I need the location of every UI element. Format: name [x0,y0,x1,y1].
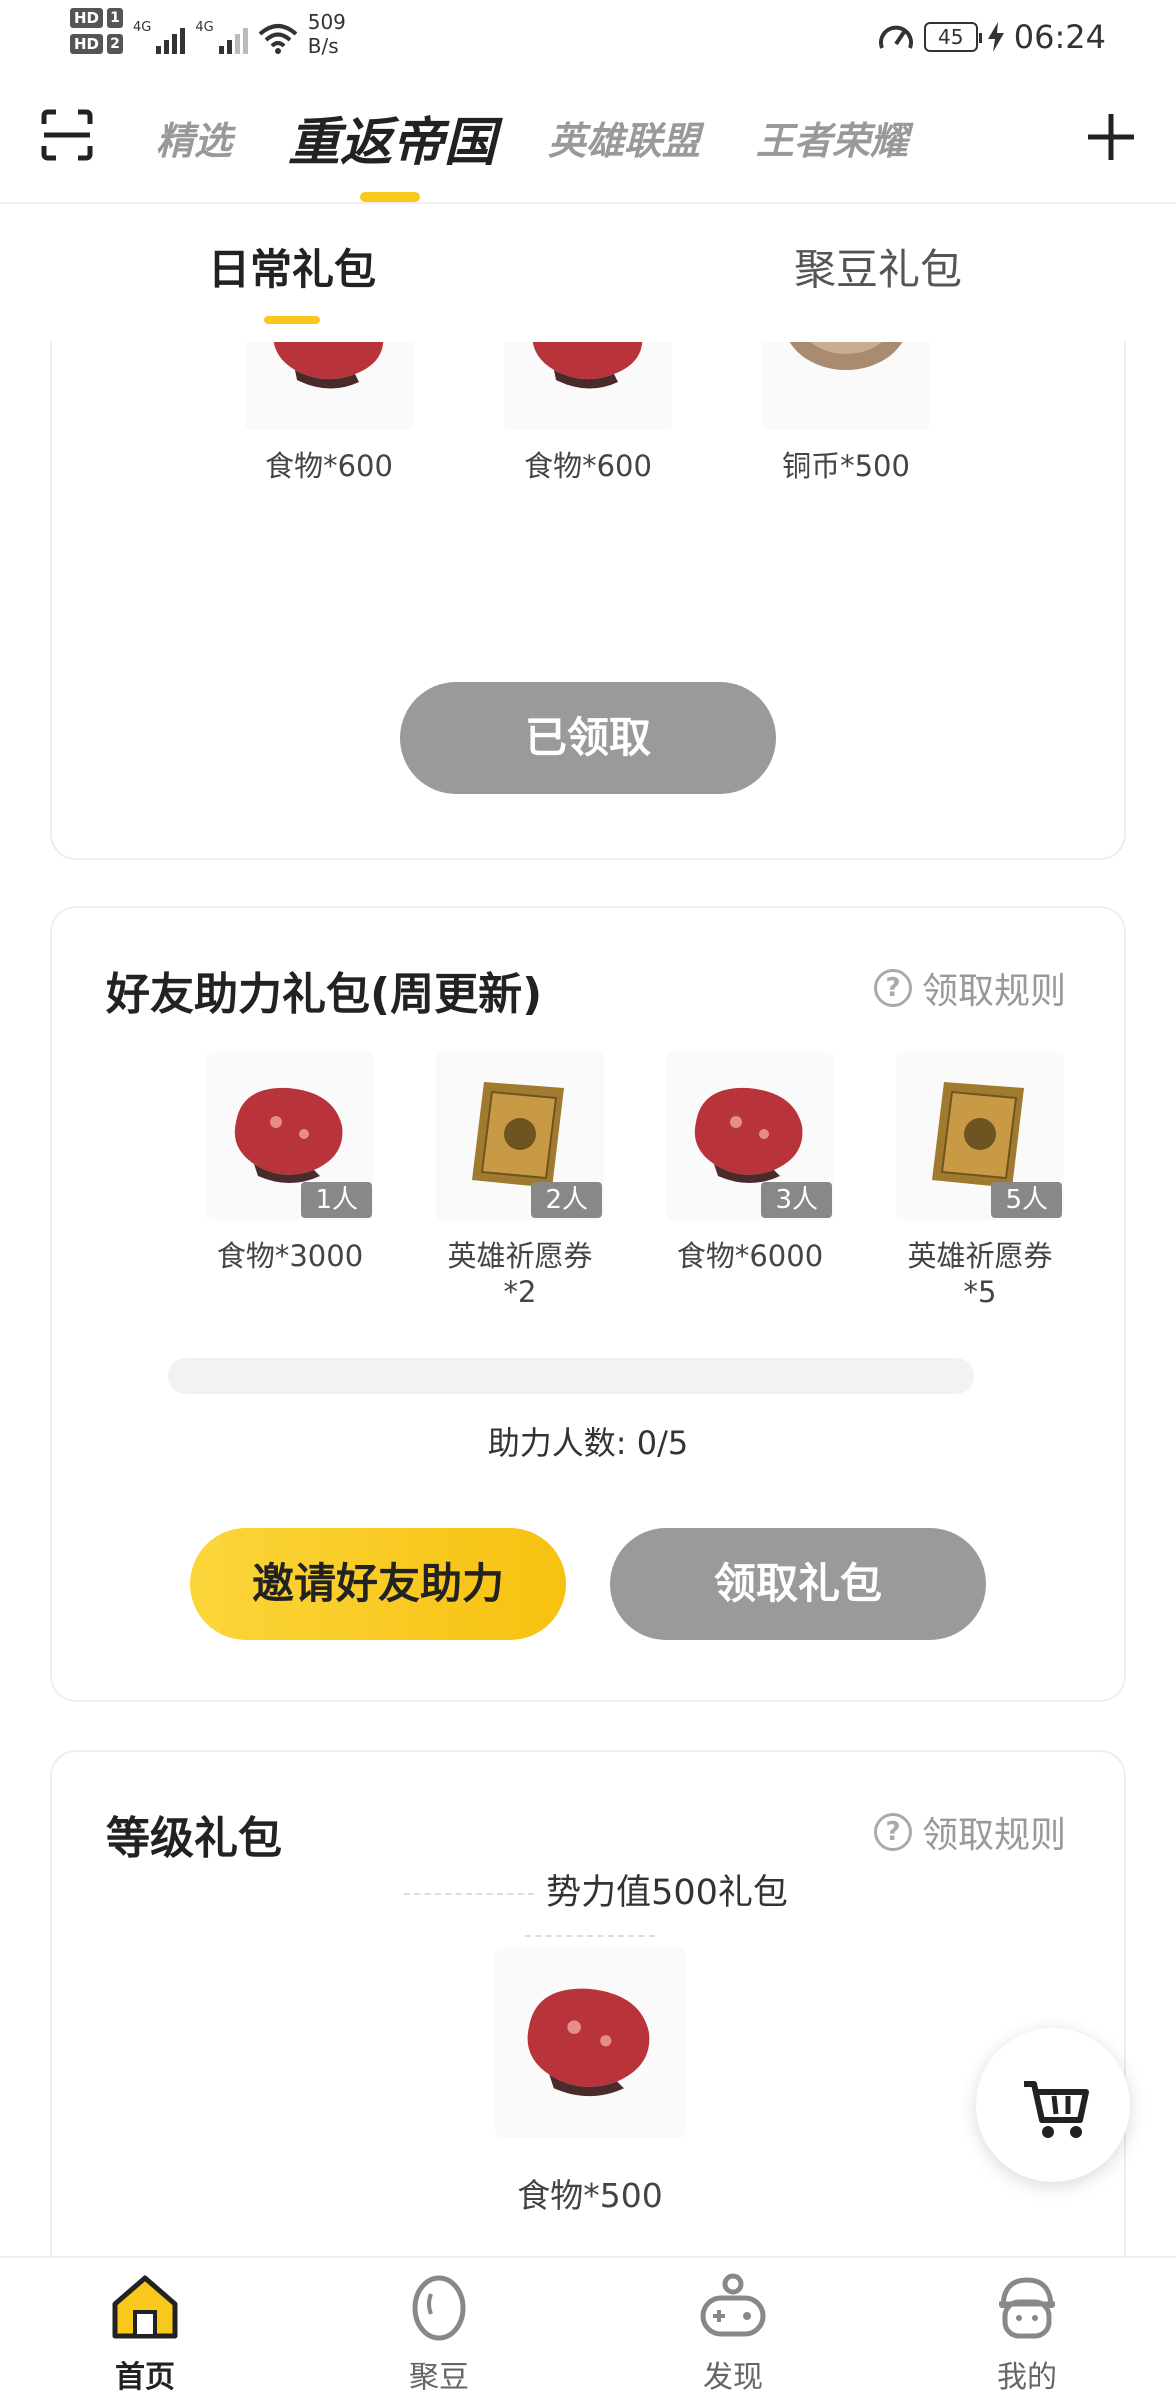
profile-icon [999,2277,1055,2339]
reward-label: 英雄祈愿券 *5 [907,1239,1053,1309]
wifi-icon [258,24,298,54]
claimed-button[interactable]: 已领取 [400,682,776,794]
add-icon[interactable] [1086,112,1136,162]
divider [525,1935,655,1937]
reward-label: 英雄祈愿券 *2 [447,1239,593,1309]
hd-badge: HD [70,34,104,54]
rules-link[interactable]: ? 领取规则 [873,1806,1066,1858]
invite-friends-button[interactable]: 邀请好友助力 [190,1528,566,1640]
network-speed: 509 B/s [307,10,346,58]
active-subtab-indicator [264,316,320,324]
top-navigation: 精选 重返帝国 英雄联盟 王者荣耀 [0,80,1176,204]
reward-label: 食物*500 [517,2176,663,2215]
status-bar: HD 1 HD 2 4G 4G 509 B/s 45 06:24 [0,0,1176,78]
cart-icon [1024,2081,1089,2138]
claim-gift-button[interactable]: 领取礼包 [610,1528,986,1640]
reward-item: 5人 英雄祈愿券 *5 [880,1052,1080,1310]
shopping-cart-button[interactable] [976,2028,1130,2182]
tab-league-of-legends[interactable]: 英雄联盟 [548,110,700,165]
rules-link[interactable]: ? 领取规则 [873,962,1066,1014]
help-icon: ? [873,969,912,1007]
divider [404,1893,535,1895]
helper-count-badge: 5人 [991,1182,1062,1218]
level-subheading: 势力值500礼包 [322,1864,858,1955]
nav-judou[interactable]: 聚豆 [364,2268,514,2396]
helper-count-badge: 1人 [301,1182,372,1218]
tab-featured[interactable]: 精选 [156,110,232,165]
scan-icon[interactable] [40,108,94,162]
tab-judou-gift[interactable]: 聚豆礼包 [794,236,962,297]
meat-icon [495,1948,685,2138]
reward-label: 食物*600 [265,449,393,483]
tab-daily-gift[interactable]: 日常礼包 [208,236,376,297]
card-title: 等级礼包 [106,1813,282,1864]
clock: 06:24 [1013,18,1106,56]
reward-item: 2人 英雄祈愿券 *2 [420,1052,620,1310]
helper-count-badge: 2人 [531,1182,602,1218]
nav-discover[interactable]: 发现 [658,2268,808,2396]
reward-item: 3人 食物*6000 [650,1052,850,1274]
tab-return-empire[interactable]: 重返帝国 [288,100,496,175]
wish-ticket-icon: 5人 [896,1052,1064,1220]
sim-number: 2 [107,34,124,54]
helper-count-text: 助力人数: 0/5 [487,1424,689,1462]
daily-gift-card: 食物*600 食物*600 铜币*500 已领取 [50,262,1126,860]
tab-honor-of-kings[interactable]: 王者荣耀 [756,110,908,165]
bean-icon [412,2275,466,2341]
bottom-navigation: 首页 聚豆 发现 我的 [0,2256,1176,2400]
reward-label: 铜币*500 [782,449,910,483]
assist-progress-bar [168,1358,974,1394]
signal-icon: 4G [133,20,186,54]
battery-icon: 45 [923,22,982,52]
meat-icon: 1人 [206,1052,374,1220]
meat-icon: 3人 [666,1052,834,1220]
helper-count-badge: 3人 [761,1182,832,1218]
active-tab-indicator [360,192,420,202]
reward-label: 食物*3000 [216,1239,364,1273]
nav-mine[interactable]: 我的 [952,2268,1102,2396]
friend-assist-card: 好友助力礼包(周更新) ? 领取规则 1人 食物*3000 2人 英雄祈愿券 *… [50,906,1126,1702]
sim-number: 1 [107,8,124,28]
reward-label: 食物*6000 [676,1239,824,1273]
wish-ticket-icon: 2人 [436,1052,604,1220]
gamepad-icon [700,2273,766,2337]
nav-home[interactable]: 首页 [70,2268,220,2396]
hd-badge: HD [70,8,104,28]
help-icon: ? [873,1813,912,1851]
home-icon [112,2275,178,2339]
speedometer-icon [878,25,913,49]
charging-icon [987,22,1004,52]
reward-item: 食物*500 [490,1948,690,2214]
sub-tabs: 日常礼包 聚豆礼包 [0,206,1176,342]
reward-item: 1人 食物*3000 [190,1052,390,1274]
card-title: 好友助力礼包(周更新) [106,969,543,1020]
signal-icon: 4G [195,20,248,54]
reward-label: 食物*600 [524,449,652,483]
level-gift-card: 等级礼包 ? 领取规则 势力值500礼包 食物*500 [50,1750,1126,2310]
